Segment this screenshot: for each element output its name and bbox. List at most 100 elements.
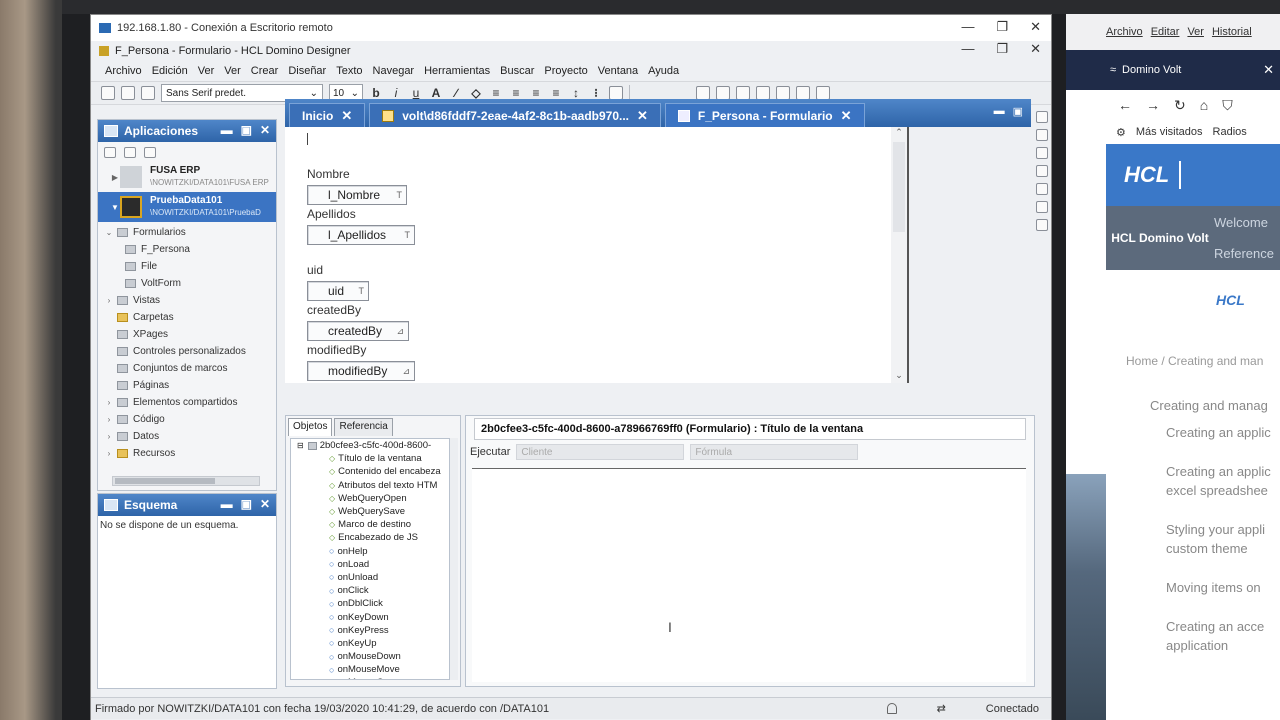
object-item[interactable]: ○ onClick bbox=[291, 584, 449, 597]
tab-volt[interactable]: volt\d86fddf7-2eae-4af2-8c1b-aadb970... … bbox=[369, 103, 661, 127]
bookmark-mas-visitados[interactable]: Más visitados bbox=[1136, 126, 1203, 138]
close-icon[interactable]: ✕ bbox=[1263, 62, 1274, 78]
sort-icon[interactable] bbox=[716, 86, 730, 100]
app-fusa-erp[interactable]: ▶ FUSA ERP \NOWITZKI/DATA101\FUSA ERP bbox=[98, 162, 276, 192]
client-select[interactable]: Cliente bbox=[516, 444, 685, 460]
breadcrumb[interactable]: Home / Creating and man bbox=[1126, 354, 1280, 368]
data-icon[interactable] bbox=[1036, 183, 1048, 195]
close-icon[interactable]: ✕ bbox=[1030, 19, 1041, 35]
tree-voltform[interactable]: VoltForm bbox=[98, 275, 276, 292]
filter-icon[interactable] bbox=[124, 146, 136, 158]
close-icon[interactable]: ✕ bbox=[260, 497, 270, 511]
tree-codigo[interactable]: › Código bbox=[98, 411, 276, 428]
menu-texto[interactable]: Texto bbox=[336, 65, 362, 77]
docs-heading[interactable]: Creating and manag bbox=[1150, 398, 1280, 413]
forward-arrow-icon[interactable]: → bbox=[1146, 97, 1160, 113]
globe-icon[interactable] bbox=[736, 86, 750, 100]
minimize-icon[interactable]: ▬ bbox=[221, 123, 233, 137]
expand-icon[interactable]: › bbox=[104, 432, 114, 441]
image-icon[interactable] bbox=[696, 86, 710, 100]
tree-controles[interactable]: Controles personalizados bbox=[98, 343, 276, 360]
object-item[interactable]: ○ onLoad bbox=[291, 558, 449, 571]
menu-ver[interactable]: Ver bbox=[198, 65, 215, 77]
nav-reference[interactable]: Reference bbox=[1214, 246, 1274, 261]
app-pruebadata101[interactable]: ▼ PruebaData101 \NOWITZKI/DATA101\Prueba… bbox=[98, 192, 276, 222]
doc-link[interactable]: Creating an applic excel spreadshee bbox=[1166, 462, 1280, 500]
underline-icon[interactable]: u bbox=[409, 86, 423, 100]
back-icon[interactable] bbox=[816, 86, 830, 100]
object-item[interactable]: ◇ WebQueryOpen bbox=[291, 492, 449, 505]
browser-tab[interactable]: ≈ Domino Volt ✕ bbox=[1066, 50, 1280, 90]
object-item[interactable]: ○ onHelp bbox=[291, 545, 449, 558]
doc-link[interactable]: Creating an applic bbox=[1166, 423, 1280, 442]
menu-ver-2[interactable]: Ver bbox=[224, 65, 241, 77]
tree-file[interactable]: File bbox=[98, 258, 276, 275]
align-left-icon[interactable]: ≡ bbox=[489, 86, 503, 100]
eraser-icon[interactable]: ◇ bbox=[469, 86, 483, 100]
home-icon[interactable]: ⌂ bbox=[1200, 97, 1208, 113]
menu-proyecto[interactable]: Proyecto bbox=[544, 65, 587, 77]
tree-vistas[interactable]: › Vistas bbox=[98, 292, 276, 309]
text-color-icon[interactable]: A bbox=[429, 86, 443, 100]
tab-objetos[interactable]: Objetos bbox=[288, 418, 333, 436]
menu-navegar[interactable]: Navegar bbox=[373, 65, 415, 77]
highlight-icon[interactable]: ∕ bbox=[449, 86, 463, 100]
object-item[interactable]: ○ onMouseDown bbox=[291, 650, 449, 663]
object-item[interactable]: ◇ Título de la ventana bbox=[291, 452, 449, 465]
list-icon[interactable]: ⁝ bbox=[589, 86, 603, 100]
style-icon[interactable] bbox=[141, 86, 155, 100]
doc-link[interactable]: Creating an acce application bbox=[1166, 617, 1280, 655]
tree-xpages[interactable]: XPages bbox=[98, 326, 276, 343]
object-item[interactable]: ○ onMouseMove bbox=[291, 663, 449, 676]
menu-ayuda[interactable]: Ayuda bbox=[648, 65, 679, 77]
maximize-icon[interactable]: ▣ bbox=[241, 123, 252, 137]
menu-archivo[interactable]: Archivo bbox=[105, 65, 142, 77]
minimize-icon[interactable]: ▬ bbox=[994, 105, 1005, 118]
minimize-icon[interactable]: ▬ bbox=[221, 497, 233, 511]
events-icon[interactable] bbox=[1036, 165, 1048, 177]
menu-crear[interactable]: Crear bbox=[251, 65, 279, 77]
minimize-icon[interactable]: — bbox=[961, 41, 974, 57]
object-item[interactable]: ○ onDblClick bbox=[291, 597, 449, 610]
undo-icon[interactable] bbox=[796, 86, 810, 100]
align-right-icon[interactable]: ≡ bbox=[529, 86, 543, 100]
minimize-icon[interactable]: — bbox=[961, 19, 974, 35]
pen-icon[interactable] bbox=[776, 86, 790, 100]
close-icon[interactable]: ✕ bbox=[841, 108, 852, 124]
tree-conjuntos[interactable]: Conjuntos de marcos bbox=[98, 360, 276, 377]
expand-icon[interactable]: › bbox=[104, 415, 114, 424]
language-select[interactable]: Fórmula bbox=[690, 444, 859, 460]
chevron-up-icon[interactable]: ⌃ bbox=[891, 127, 907, 138]
form-canvas[interactable]: Nombre l_Nombre T Apellidos l_Apellidos … bbox=[285, 127, 909, 383]
close-icon[interactable]: ✕ bbox=[637, 108, 648, 124]
doc-link[interactable]: Styling your appli custom theme bbox=[1166, 520, 1280, 558]
back-arrow-icon[interactable]: ← bbox=[1118, 97, 1132, 113]
browser-menu-ver[interactable]: Ver bbox=[1187, 26, 1204, 38]
tab-f-persona[interactable]: F_Persona - Formulario ✕ bbox=[664, 103, 865, 127]
expand-icon[interactable]: ▶ bbox=[110, 173, 120, 182]
menu-edicion[interactable]: Edición bbox=[152, 65, 188, 77]
menu-herramientas[interactable]: Herramientas bbox=[424, 65, 490, 77]
palette-icon[interactable] bbox=[1036, 147, 1048, 159]
line-spacing-icon[interactable]: ↕ bbox=[569, 86, 583, 100]
expand-icon[interactable]: › bbox=[104, 296, 114, 305]
object-item[interactable]: ○ onKeyUp bbox=[291, 637, 449, 650]
horizontal-scrollbar[interactable] bbox=[112, 476, 260, 486]
close-icon[interactable]: ✕ bbox=[341, 108, 352, 124]
reload-icon[interactable]: ↻ bbox=[1174, 97, 1186, 114]
user-icon[interactable] bbox=[1036, 219, 1048, 231]
maximize-icon[interactable]: ▣ bbox=[1013, 105, 1023, 118]
bold-icon[interactable]: b bbox=[369, 86, 383, 100]
italic-icon[interactable]: i bbox=[389, 86, 403, 100]
shield-icon[interactable]: ⛉ bbox=[1222, 97, 1233, 114]
object-item[interactable]: ○onMouseOut bbox=[291, 676, 449, 679]
properties-icon[interactable] bbox=[1036, 111, 1048, 123]
chevron-down-icon[interactable]: ⌄ bbox=[891, 370, 907, 381]
object-item[interactable]: ◇ WebQuerySave bbox=[291, 505, 449, 518]
menu-buscar[interactable]: Buscar bbox=[500, 65, 534, 77]
outline-icon[interactable] bbox=[1036, 129, 1048, 141]
justify-icon[interactable]: ≡ bbox=[549, 86, 563, 100]
expand-icon[interactable]: › bbox=[104, 449, 114, 458]
object-item[interactable]: ◇ Marco de destino bbox=[291, 518, 449, 531]
browser-menu-historial[interactable]: Historial bbox=[1212, 26, 1252, 38]
